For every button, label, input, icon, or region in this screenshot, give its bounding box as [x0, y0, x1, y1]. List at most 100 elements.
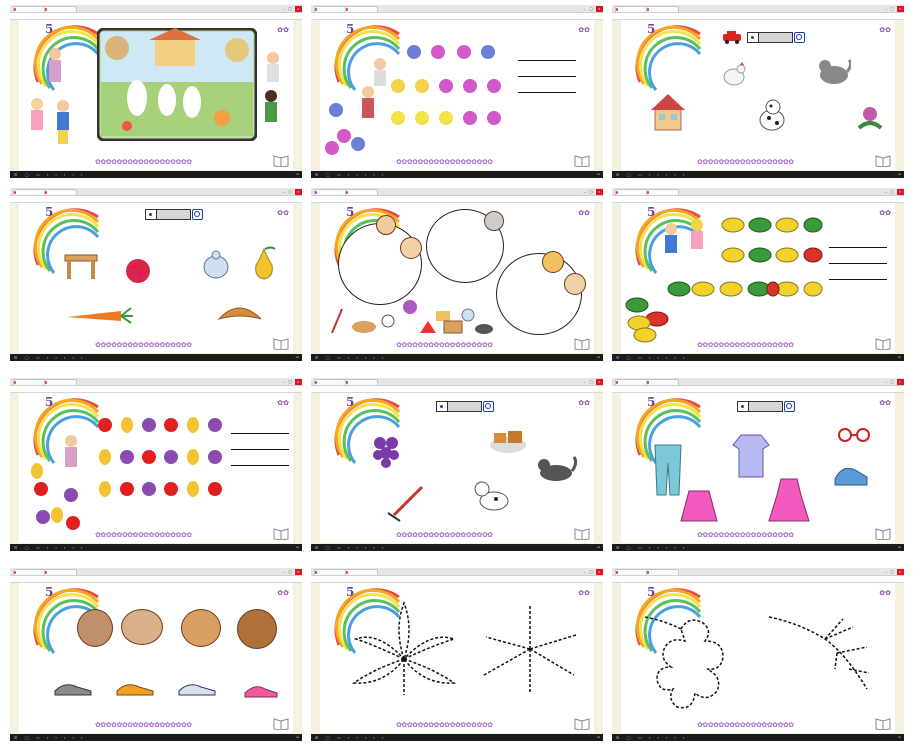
browser-tab[interactable]: [13, 569, 46, 575]
window-controls[interactable]: – ▢ ×: [280, 378, 302, 385]
browser-tab[interactable]: [314, 6, 347, 12]
audio-recorder[interactable]: [737, 401, 795, 412]
browser-tab[interactable]: [646, 569, 679, 575]
browser-tab[interactable]: [314, 569, 347, 575]
browser-tab[interactable]: [44, 189, 77, 195]
flower-border: ✿✿✿✿✿✿✿✿✿✿✿✿✿✿✿✿✿✿: [697, 532, 794, 539]
book-icon[interactable]: [875, 527, 891, 540]
browser-tab[interactable]: [44, 6, 77, 12]
window-controls[interactable]: – ▢ ×: [581, 568, 603, 575]
sorting-circle[interactable]: [496, 253, 582, 335]
record-button[interactable]: [794, 32, 805, 43]
page-number-brand: 5: [346, 22, 355, 36]
child-face-icon: [400, 237, 422, 259]
book-icon[interactable]: [273, 337, 289, 350]
answer-blanks[interactable]: [518, 60, 576, 108]
flower-border: ✿✿✿✿✿✿✿✿✿✿✿✿✿✿✿✿✿✿: [697, 722, 794, 729]
play-icon[interactable]: [149, 213, 152, 216]
book-icon[interactable]: [273, 717, 289, 730]
answer-blanks[interactable]: [829, 247, 887, 295]
audio-progress-bar[interactable]: [737, 401, 783, 412]
window-controls[interactable]: – ▢ ×: [280, 188, 302, 195]
dotted-twig-tracing[interactable]: [767, 613, 873, 693]
address-bar[interactable]: [612, 13, 904, 20]
book-icon[interactable]: [875, 717, 891, 730]
browser-tab[interactable]: [646, 6, 679, 12]
browser-tab[interactable]: [345, 569, 378, 575]
browser-tab[interactable]: [345, 6, 378, 12]
address-bar[interactable]: [311, 13, 603, 20]
flower-border: ✿✿✿✿✿✿✿✿✿✿✿✿✿✿✿✿✿✿: [697, 342, 794, 349]
address-bar[interactable]: [311, 576, 603, 583]
book-icon[interactable]: [875, 337, 891, 350]
browser-tab[interactable]: [615, 189, 648, 195]
browser-tab[interactable]: [13, 189, 46, 195]
address-bar[interactable]: [10, 196, 302, 203]
browser-tab[interactable]: [44, 569, 77, 575]
audio-recorder[interactable]: [747, 32, 805, 43]
window-controls[interactable]: – ▢ ×: [882, 378, 904, 385]
browser-tab[interactable]: [615, 379, 648, 385]
window-controls[interactable]: – ▢ ×: [882, 5, 904, 12]
address-bar[interactable]: [311, 196, 603, 203]
browser-tab[interactable]: [345, 189, 378, 195]
audio-recorder[interactable]: [436, 401, 494, 412]
record-button[interactable]: [784, 401, 795, 412]
pastry-icon: [490, 431, 526, 453]
window-controls[interactable]: – ▢ ×: [280, 5, 302, 12]
book-icon[interactable]: [875, 154, 891, 167]
window-controls[interactable]: – ▢ ×: [581, 188, 603, 195]
browser-tab[interactable]: [314, 189, 347, 195]
book-icon[interactable]: [574, 717, 590, 730]
address-bar[interactable]: [612, 576, 904, 583]
window-controls[interactable]: – ▢ ×: [581, 378, 603, 385]
audio-recorder[interactable]: [145, 209, 203, 220]
record-button[interactable]: [483, 401, 494, 412]
browser-tab[interactable]: [615, 569, 648, 575]
leaf-rows: [625, 217, 823, 343]
browser-tab[interactable]: [646, 189, 679, 195]
browser-tab[interactable]: [615, 6, 648, 12]
browser-tab[interactable]: [13, 6, 46, 12]
tab-bar: – ▢ ×: [612, 188, 904, 196]
audio-progress-bar[interactable]: [145, 209, 191, 220]
worksheet-page: 5 ✿✿ ✿✿✿✿✿✿✿✿✿✿✿✿✿✿✿✿✿✿: [19, 203, 293, 353]
play-icon[interactable]: [751, 36, 754, 39]
address-bar[interactable]: [10, 576, 302, 583]
browser-tab[interactable]: [13, 379, 46, 385]
book-icon[interactable]: [574, 337, 590, 350]
carrot-icon: [67, 307, 133, 324]
hen-icon: [723, 62, 746, 86]
browser-tab[interactable]: [646, 379, 679, 385]
browser-tab[interactable]: [345, 379, 378, 385]
flower-icon: ✿✿: [277, 590, 289, 597]
book-icon[interactable]: [574, 154, 590, 167]
book-icon[interactable]: [273, 154, 289, 167]
answer-blanks[interactable]: [231, 433, 289, 481]
book-icon[interactable]: [574, 527, 590, 540]
flower-border: ✿✿✿✿✿✿✿✿✿✿✿✿✿✿✿✿✿✿: [396, 722, 493, 729]
dotted-star-tracing[interactable]: [478, 603, 582, 695]
window-controls[interactable]: – ▢ ×: [882, 188, 904, 195]
address-bar[interactable]: [612, 196, 904, 203]
window-controls[interactable]: – ▢ ×: [581, 5, 603, 12]
browser-tab[interactable]: [44, 379, 77, 385]
shoe-icon: [54, 684, 92, 696]
address-bar[interactable]: [10, 386, 302, 393]
browser-tab[interactable]: [314, 379, 347, 385]
play-icon[interactable]: [440, 405, 443, 408]
audio-progress-bar[interactable]: [436, 401, 482, 412]
window-controls[interactable]: – ▢ ×: [280, 568, 302, 575]
record-button[interactable]: [192, 209, 203, 220]
book-icon[interactable]: [273, 527, 289, 540]
page-number-brand: 5: [45, 205, 54, 219]
window-controls[interactable]: – ▢ ×: [882, 568, 904, 575]
address-bar[interactable]: [10, 13, 302, 20]
address-bar[interactable]: [612, 386, 904, 393]
play-icon[interactable]: [741, 405, 744, 408]
audio-progress-bar[interactable]: [747, 32, 793, 43]
dotted-oak-leaf-tracing[interactable]: [643, 613, 765, 717]
address-bar[interactable]: [311, 386, 603, 393]
dotted-leaf-tracing[interactable]: [340, 599, 466, 699]
screenshot-panel-2: – ▢ × 5 ✿✿ ✿✿✿✿✿✿✿✿✿✿✿✿✿✿✿✿✿✿ ⊞ ◯ ▭ ▪ ▪: [311, 5, 603, 178]
